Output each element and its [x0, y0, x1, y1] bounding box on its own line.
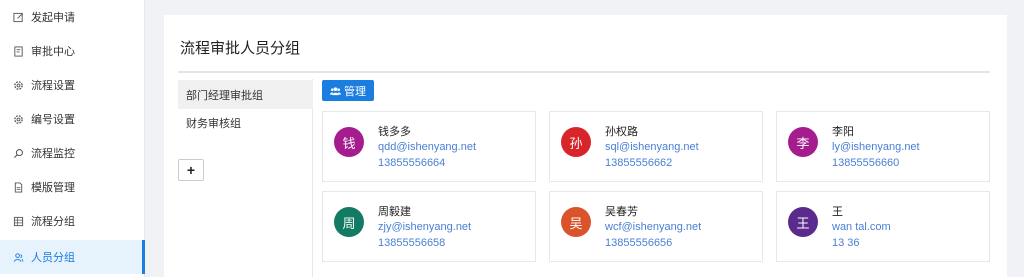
sidebar-item-label: 流程设置: [31, 80, 75, 92]
document-check-icon: [12, 45, 24, 57]
manage-button-label: 管理: [344, 85, 366, 98]
sidebar-item-label: 编号设置: [31, 114, 75, 126]
member-card[interactable]: 李 李阳 ly@ishenyang.net 13855556660: [776, 111, 990, 182]
member-name: 周毅建: [378, 206, 411, 218]
member-card[interactable]: 王 王 wan tal.com 13 36: [776, 191, 990, 262]
main-card: 流程审批人员分组 部门经理审批组 财务审核组 + 管理 钱 钱多多 qdd@is…: [164, 15, 1007, 277]
sidebar-item-label: 人员分组: [31, 252, 75, 264]
sidebar-item-apply[interactable]: 发起申请: [0, 0, 145, 34]
member-email[interactable]: wan tal.com: [832, 221, 891, 233]
group-list: 部门经理审批组 财务审核组 +: [178, 79, 313, 277]
sidebar-item-process-settings[interactable]: 流程设置: [0, 68, 145, 102]
sidebar-item-label: 审批中心: [31, 46, 75, 58]
sidebar-item-member-groups[interactable]: 人员分组: [0, 240, 145, 274]
member-email[interactable]: ly@ishenyang.net: [832, 141, 920, 153]
member-phone[interactable]: 13855556662: [605, 157, 672, 169]
member-phone[interactable]: 13855556664: [378, 157, 445, 169]
sidebar-item-process-groups[interactable]: 流程分组: [0, 204, 145, 238]
page-title: 流程审批人员分组: [180, 40, 301, 57]
gear-icon: [12, 79, 24, 91]
avatar: 孙: [561, 127, 591, 157]
member-phone[interactable]: 13855556656: [605, 237, 672, 249]
sidebar-item-template-management[interactable]: 模版管理: [0, 170, 145, 204]
sidebar-item-number-settings[interactable]: 编号设置: [0, 102, 145, 136]
avatar: 王: [788, 207, 818, 237]
avatar: 周: [334, 207, 364, 237]
sidebar-item-label: 模版管理: [31, 182, 75, 194]
grid-icon: [12, 215, 24, 227]
member-card[interactable]: 吴 吴春芳 wcf@ishenyang.net 13855556656: [549, 191, 763, 262]
sidebar: 发起申请 审批中心 流程设置 编号设置 流程监控 模版管理 流程分组 人员分组: [0, 0, 145, 277]
sidebar-item-label: 流程监控: [31, 148, 75, 160]
member-email[interactable]: zjy@ishenyang.net: [378, 221, 471, 233]
title-divider: [178, 71, 990, 73]
member-card[interactable]: 钱 钱多多 qdd@ishenyang.net 13855556664: [322, 111, 536, 182]
member-card[interactable]: 孙 孙权路 sql@ishenyang.net 13855556662: [549, 111, 763, 182]
users-icon: [330, 86, 341, 95]
search-icon: [12, 147, 24, 159]
member-email[interactable]: qdd@ishenyang.net: [378, 141, 476, 153]
avatar: 吴: [561, 207, 591, 237]
member-name: 李阳: [832, 126, 854, 138]
users-icon: [12, 251, 24, 263]
manage-button[interactable]: 管理: [322, 80, 374, 101]
group-item-dept-manager[interactable]: 部门经理审批组: [178, 80, 313, 109]
avatar: 李: [788, 127, 818, 157]
member-name: 王: [832, 206, 843, 218]
sidebar-item-process-monitor[interactable]: 流程监控: [0, 136, 145, 170]
member-phone[interactable]: 13855556658: [378, 237, 445, 249]
member-phone[interactable]: 13855556660: [832, 157, 899, 169]
member-email[interactable]: wcf@ishenyang.net: [605, 221, 701, 233]
add-group-button[interactable]: +: [178, 159, 204, 181]
member-email[interactable]: sql@ishenyang.net: [605, 141, 699, 153]
member-name: 钱多多: [378, 126, 411, 138]
sidebar-item-approval-center[interactable]: 审批中心: [0, 34, 145, 68]
member-phone[interactable]: 13 36: [832, 237, 860, 249]
member-name: 孙权路: [605, 126, 638, 138]
gear-icon: [12, 113, 24, 125]
edit-icon: [12, 11, 24, 23]
member-name: 吴春芳: [605, 206, 638, 218]
sidebar-item-label: 发起申请: [31, 12, 75, 24]
sidebar-item-label: 流程分组: [31, 216, 75, 228]
group-item-finance[interactable]: 财务审核组: [178, 108, 313, 137]
file-icon: [12, 181, 24, 193]
avatar: 钱: [334, 127, 364, 157]
member-card[interactable]: 周 周毅建 zjy@ishenyang.net 13855556658: [322, 191, 536, 262]
